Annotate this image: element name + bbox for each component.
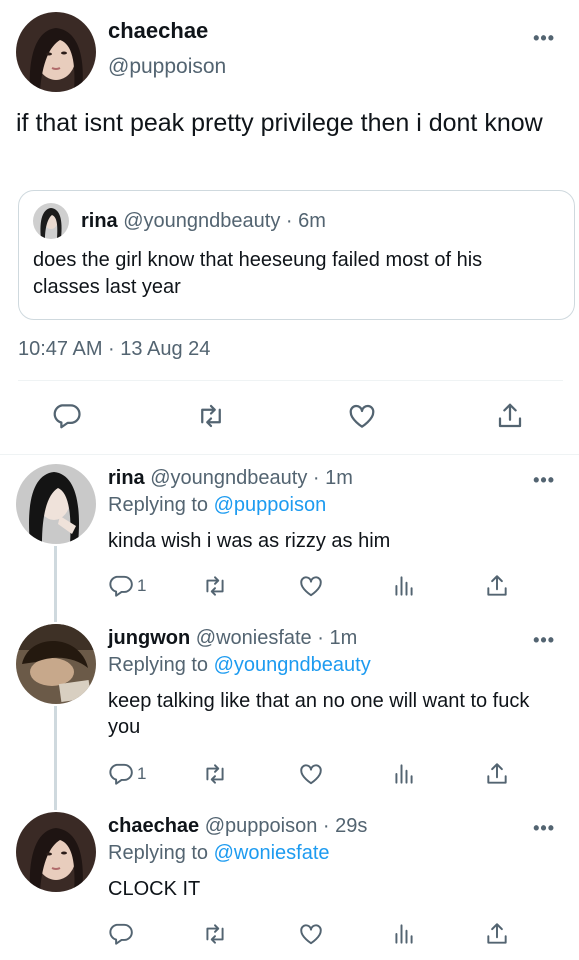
heart-icon xyxy=(300,576,322,597)
reply-icon xyxy=(109,763,133,785)
views-icon xyxy=(395,924,413,944)
author-name[interactable]: chaechae xyxy=(108,18,208,44)
reply-icon xyxy=(109,923,133,945)
retweet-icon xyxy=(206,924,224,944)
reply-tweet: rina @youngndbeauty · 1m ••• Replying to… xyxy=(0,456,579,616)
replying-to: Replying to @puppoison xyxy=(108,494,326,517)
replying-to: Replying to @youngndbeauty xyxy=(108,654,371,677)
author-name[interactable]: chaechae xyxy=(108,815,199,837)
heart-icon xyxy=(300,924,322,945)
reply-icon xyxy=(109,575,133,597)
like-button[interactable] xyxy=(298,756,324,792)
views-icon xyxy=(395,764,413,784)
replying-to: Replying to @woniesfate xyxy=(108,842,330,865)
replying-to-link[interactable]: @woniesfate xyxy=(214,842,330,864)
heart-icon xyxy=(349,404,375,428)
replying-label: Replying to xyxy=(108,842,209,864)
reply-button[interactable]: 1 xyxy=(108,756,146,792)
reply-tweet: chaechae @puppoison · 29s ••• Replying t… xyxy=(0,804,579,960)
replying-label: Replying to xyxy=(108,654,209,676)
avatar[interactable] xyxy=(16,624,96,704)
share-icon xyxy=(487,575,507,596)
more-options-button[interactable]: ••• xyxy=(533,28,555,49)
quoted-time: · 6m xyxy=(285,210,326,232)
reply-text: keep talking like that an no one will wa… xyxy=(108,690,530,738)
quoted-text: does the girl know that heeseung failed … xyxy=(33,249,483,298)
views-icon xyxy=(395,576,413,596)
reply-action-bar: 1 xyxy=(0,568,579,604)
avatar[interactable] xyxy=(16,12,96,92)
retweet-button[interactable] xyxy=(202,568,228,604)
reply-text: CLOCK IT xyxy=(108,878,201,900)
views-button[interactable] xyxy=(391,568,417,604)
quoted-author-name: rina xyxy=(81,210,118,232)
quoted-author-handle: @youngndbeauty xyxy=(123,210,281,232)
reply-button[interactable]: 1 xyxy=(108,568,146,604)
reply-text: kinda wish i was as rizzy as him xyxy=(108,530,391,552)
share-button[interactable] xyxy=(484,568,510,604)
reply-action-bar: 1 xyxy=(0,756,579,792)
retweet-button[interactable] xyxy=(202,916,228,952)
author-handle[interactable]: @puppoison xyxy=(108,55,226,79)
retweet-button[interactable] xyxy=(196,398,226,434)
divider xyxy=(18,380,563,381)
reply-header: jungwon @woniesfate · 1m xyxy=(108,627,357,650)
share-button[interactable] xyxy=(484,756,510,792)
avatar[interactable] xyxy=(16,464,96,544)
reply-time[interactable]: · 1m xyxy=(317,627,357,649)
views-button[interactable] xyxy=(391,756,417,792)
quoted-avatar xyxy=(33,203,69,239)
reply-icon xyxy=(53,404,81,429)
main-action-bar xyxy=(0,398,579,434)
main-tweet: chaechae @puppoison ••• if that isnt pea… xyxy=(0,0,579,455)
more-options-button[interactable]: ••• xyxy=(533,630,555,651)
author-handle[interactable]: @puppoison xyxy=(205,815,318,837)
tweet-timestamp[interactable]: 10:47 AM · 13 Aug 24 xyxy=(18,338,210,361)
share-icon xyxy=(498,403,522,428)
views-button[interactable] xyxy=(391,916,417,952)
like-button[interactable] xyxy=(347,398,377,434)
reply-time[interactable]: · 1m xyxy=(313,467,353,489)
reply-button[interactable] xyxy=(52,398,82,434)
reply-header: rina @youngndbeauty · 1m xyxy=(108,467,353,490)
author-handle[interactable]: @youngndbeauty xyxy=(150,467,307,489)
replying-label: Replying to xyxy=(108,494,209,516)
replying-to-link[interactable]: @puppoison xyxy=(214,494,327,516)
heart-icon xyxy=(300,764,322,785)
reply-count: 1 xyxy=(137,576,147,595)
share-button[interactable] xyxy=(495,398,525,434)
author-handle[interactable]: @woniesfate xyxy=(196,627,312,649)
retweet-icon xyxy=(206,764,224,784)
replying-to-link[interactable]: @youngndbeauty xyxy=(214,654,371,676)
author-name[interactable]: rina xyxy=(108,467,145,489)
like-button[interactable] xyxy=(298,916,324,952)
reply-header: chaechae @puppoison · 29s xyxy=(108,815,367,838)
retweet-button[interactable] xyxy=(202,756,228,792)
reply-count: 1 xyxy=(137,764,147,783)
reply-action-bar xyxy=(0,916,579,952)
avatar[interactable] xyxy=(16,812,96,892)
share-button[interactable] xyxy=(484,916,510,952)
reply-time[interactable]: · 29s xyxy=(323,815,367,837)
tweet-text: if that isnt peak pretty privilege then … xyxy=(16,109,543,137)
share-icon xyxy=(487,923,507,944)
more-options-button[interactable]: ••• xyxy=(533,470,555,491)
share-icon xyxy=(487,763,507,784)
quoted-tweet[interactable]: rina @youngndbeauty · 6m does the girl k… xyxy=(18,190,575,320)
retweet-icon xyxy=(201,404,221,428)
reply-button[interactable] xyxy=(108,916,137,952)
like-button[interactable] xyxy=(298,568,324,604)
more-options-button[interactable]: ••• xyxy=(533,818,555,839)
author-name[interactable]: jungwon xyxy=(108,627,190,649)
reply-tweet: jungwon @woniesfate · 1m ••• Replying to… xyxy=(0,616,579,804)
quoted-header: rina @youngndbeauty · 6m xyxy=(81,210,326,233)
retweet-icon xyxy=(206,576,224,596)
